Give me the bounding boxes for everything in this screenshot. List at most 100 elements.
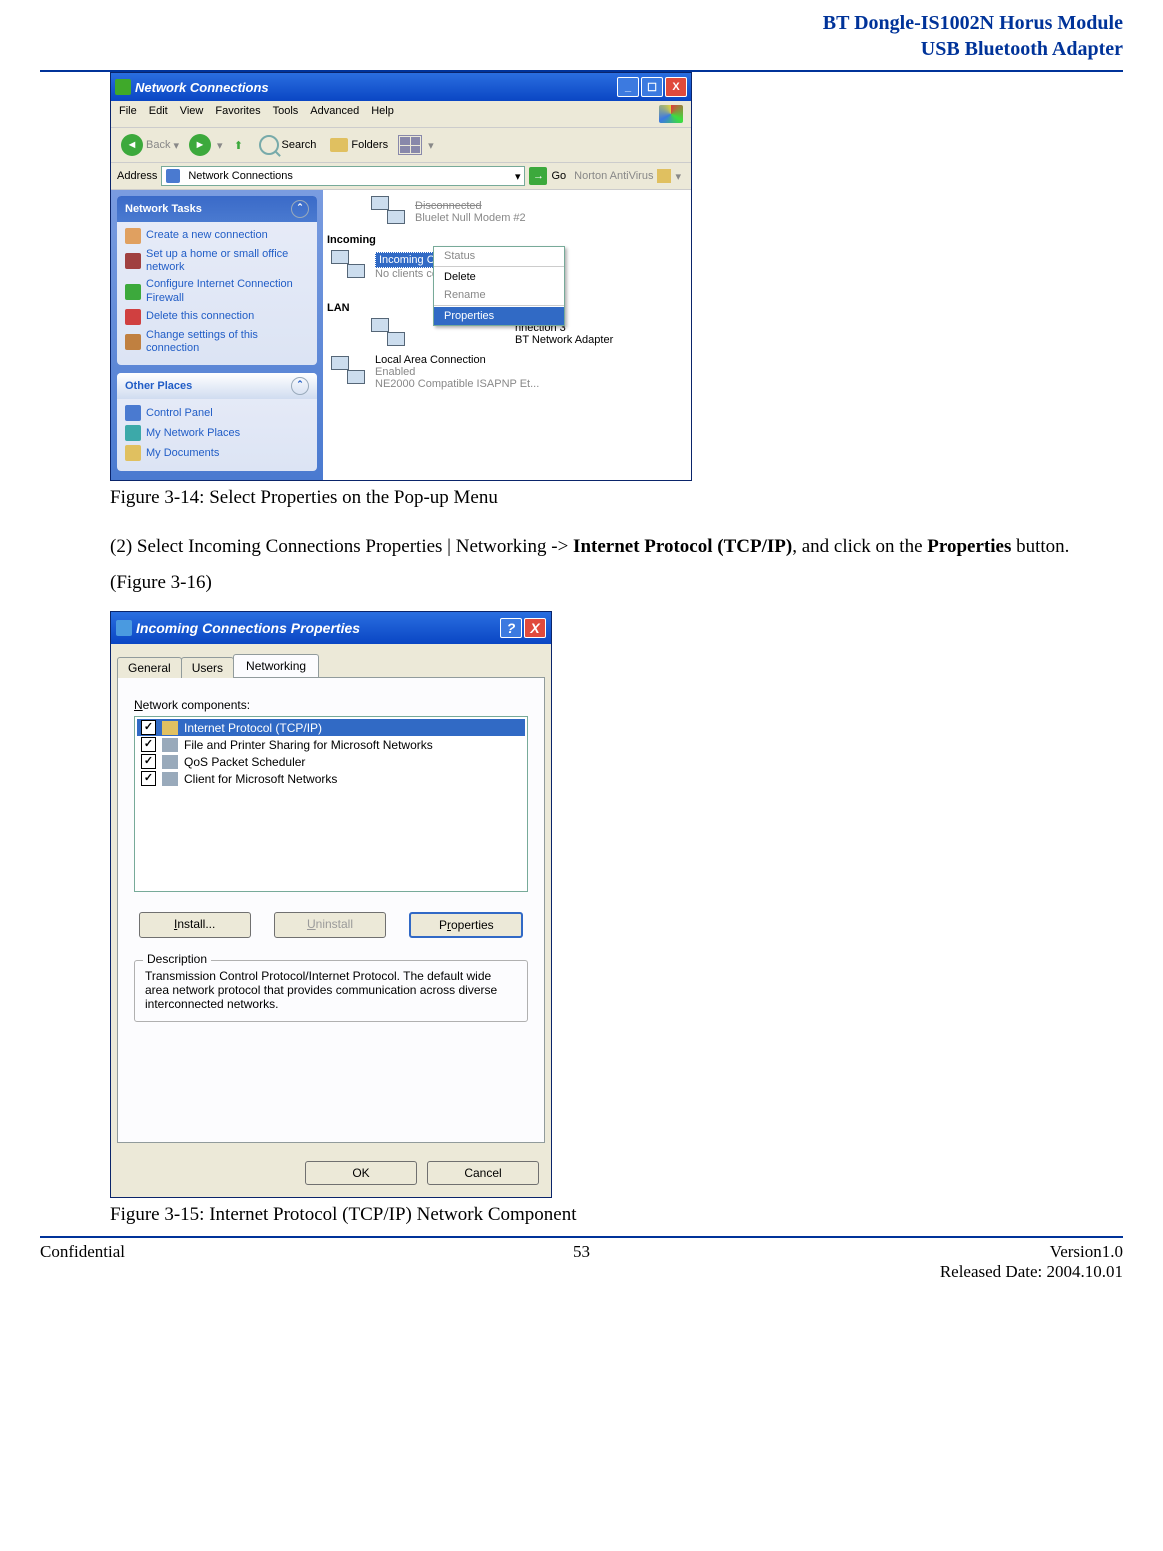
install-button[interactable]: Install... [139,912,251,938]
menu-bar: File Edit View Favorites Tools Advanced … [111,101,691,128]
connection-item[interactable]: DisconnectedBluelet Null Modem #2 [367,194,687,230]
connection-icon [371,318,409,350]
task-create-connection[interactable]: Create a new connection [125,226,309,246]
context-menu: Status Delete Rename Properties [433,246,565,326]
norton-antivirus-toolbar[interactable]: Norton AntiVirus ▾ [570,169,685,183]
window-icon [115,79,131,95]
properties-button[interactable]: Properties [409,912,523,938]
place-control-panel[interactable]: Control Panel [125,403,309,423]
go-label: Go [551,170,566,182]
tab-users[interactable]: Users [181,657,234,678]
ctx-status[interactable]: Status [434,247,564,265]
network-tasks-panel: Network Tasks ⌃ Create a new connection … [117,196,317,365]
back-button[interactable]: ◄ Back ▾ [117,132,183,158]
checkbox-icon[interactable]: ✓ [141,754,156,769]
address-text: Network Connections [188,170,293,182]
ctx-rename[interactable]: Rename [434,286,564,304]
task-change-settings[interactable]: Change settings of this connection [125,327,309,357]
local-area-connection-item[interactable]: Local Area Connection Enabled NE2000 Com… [327,352,687,392]
menu-favorites[interactable]: Favorites [215,105,260,123]
footer-version: Version1.0 [762,1242,1123,1262]
tab-networking[interactable]: Networking [233,654,319,677]
minimize-button[interactable]: _ [617,77,639,97]
back-arrow-icon: ◄ [121,134,143,156]
help-button[interactable]: ? [500,618,522,638]
firewall-icon [125,284,141,300]
menu-file[interactable]: File [119,105,137,123]
description-text: Transmission Control Protocol/Internet P… [145,969,517,1011]
menu-help[interactable]: Help [371,105,394,123]
doc-header-2: USB Bluetooth Adapter [40,36,1123,62]
ok-button[interactable]: OK [305,1161,417,1185]
component-client-ms[interactable]: ✓ Client for Microsoft Networks [137,770,525,787]
menu-view[interactable]: View [180,105,204,123]
menu-edit[interactable]: Edit [149,105,168,123]
page-number: 53 [401,1242,762,1282]
uninstall-button[interactable]: Uninstall [274,912,386,938]
connections-pane[interactable]: DisconnectedBluelet Null Modem #2 Incomi… [323,190,691,480]
close-button[interactable]: X [524,618,546,638]
dropdown-icon[interactable]: ▾ [515,170,521,183]
checkbox-icon[interactable]: ✓ [141,771,156,786]
norton-icon [657,169,671,183]
figure-3-15-caption: Figure 3-15: Internet Protocol (TCP/IP) … [110,1204,1083,1226]
task-delete-connection[interactable]: Delete this connection [125,307,309,327]
window-title: Network Connections [135,80,617,95]
collapse-icon[interactable]: ⌃ [291,377,309,395]
close-button[interactable]: X [665,77,687,97]
network-connections-window: Network Connections _ ☐ X File Edit View… [110,72,692,481]
service-icon [162,738,178,752]
address-input[interactable]: Network Connections ▾ [161,166,525,186]
dropdown-icon: ▾ [428,139,434,152]
service-icon [162,755,178,769]
separator [434,266,564,267]
folders-label: Folders [351,139,388,151]
checkbox-icon[interactable]: ✓ [141,720,156,735]
panel-title: Other Places [125,380,192,392]
component-file-printer[interactable]: ✓ File and Printer Sharing for Microsoft… [137,736,525,753]
place-my-network[interactable]: My Network Places [125,423,309,443]
windows-logo-icon [659,105,683,123]
network-setup-icon [125,253,141,269]
search-icon [259,135,279,155]
component-tcpip[interactable]: ✓ Internet Protocol (TCP/IP) [137,719,525,736]
menu-advanced[interactable]: Advanced [310,105,359,123]
group-lan: LAN [327,302,350,314]
collapse-icon[interactable]: ⌃ [291,200,309,218]
figure-3-14-caption: Figure 3-14: Select Properties on the Po… [110,487,1083,509]
network-components-list[interactable]: ✓ Internet Protocol (TCP/IP) ✓ File and … [134,716,528,892]
up-button[interactable]: ⬆ [229,135,249,155]
tab-general[interactable]: General [117,657,182,678]
page-footer: Confidential 53 Version1.0 Released Date… [40,1242,1123,1282]
maximize-button[interactable]: ☐ [641,77,663,97]
cancel-button[interactable]: Cancel [427,1161,539,1185]
toolbar: ◄ Back ▾ ► ▾ ⬆ Search Folders ▾ [111,128,691,163]
network-components-label: NNetwork components:etwork components: [134,698,528,712]
titlebar[interactable]: Network Connections _ ☐ X [111,73,691,101]
footer-rule [40,1236,1123,1238]
place-my-documents[interactable]: My Documents [125,443,309,463]
new-connection-icon [125,228,141,244]
task-configure-firewall[interactable]: Configure Internet Connection Firewall [125,276,309,306]
view-button[interactable] [398,135,422,155]
ctx-properties[interactable]: Properties [434,307,564,325]
forward-button[interactable]: ► [189,134,211,156]
menu-tools[interactable]: Tools [273,105,299,123]
tab-strip: General Users Networking [117,654,545,677]
search-button[interactable]: Search [255,133,321,157]
checkbox-icon[interactable]: ✓ [141,737,156,752]
ctx-delete[interactable]: Delete [434,268,564,286]
dialog-titlebar[interactable]: Incoming Connections Properties ? X [111,612,551,644]
task-setup-network[interactable]: Set up a home or small office network [125,246,309,276]
go-button[interactable]: → [529,167,547,185]
folder-icon [330,138,348,152]
folders-button[interactable]: Folders [326,136,392,154]
connection-icon [331,356,369,388]
address-label: Address [117,170,157,182]
component-qos[interactable]: ✓ QoS Packet Scheduler [137,753,525,770]
documents-icon [125,445,141,461]
instruction-paragraph: (2) Select Incoming Connections Properti… [110,529,1083,601]
control-panel-icon [125,405,141,421]
client-icon [162,772,178,786]
modem-icon [371,196,409,228]
